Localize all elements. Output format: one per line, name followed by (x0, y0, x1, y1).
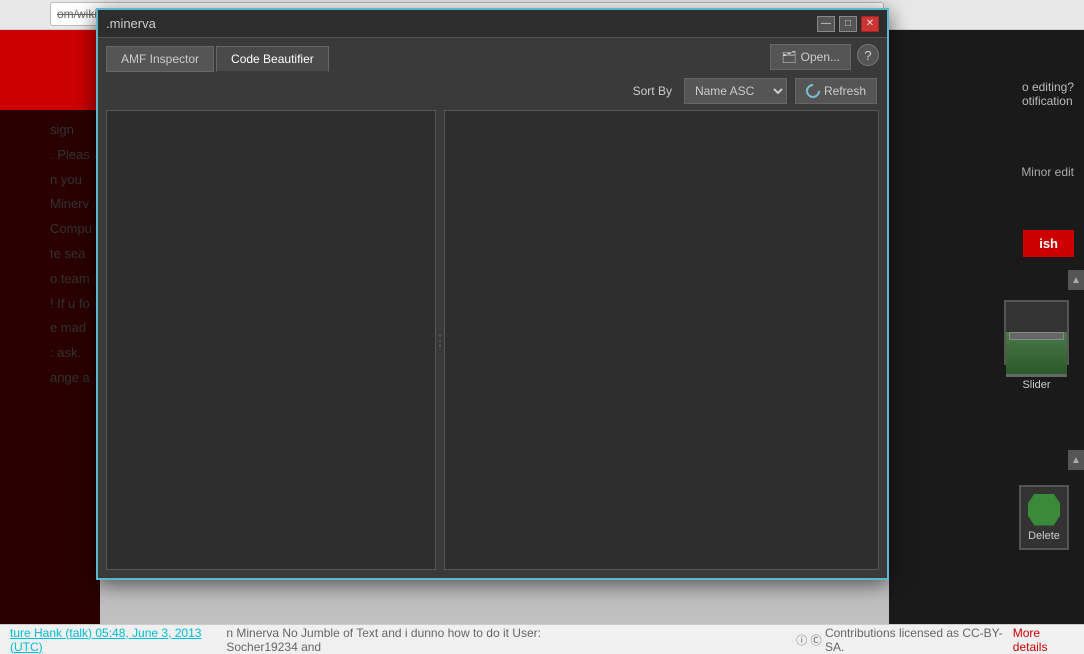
sort-select[interactable]: Name ASC Name DESC Date ASC Date DESC (684, 78, 787, 104)
right-preview-pane[interactable] (444, 110, 879, 570)
left-file-pane[interactable] (106, 110, 436, 570)
widget-slider: Slider (1004, 300, 1069, 365)
resize-handle[interactable]: ⋮ (436, 110, 444, 570)
open-folder-icon: 🗂 (781, 50, 796, 64)
tab-bar: AMF Inspector Code Beautifier (106, 46, 331, 72)
tab-code-beautifier[interactable]: Code Beautifier (216, 46, 329, 72)
refresh-button[interactable]: Refresh (795, 78, 877, 104)
maximize-button[interactable]: □ (839, 16, 857, 32)
slider-thumbnail (1006, 332, 1067, 377)
refresh-label: Refresh (824, 84, 866, 98)
dialog-title: .minerva (106, 16, 156, 31)
bottom-link[interactable]: ture Hank (talk) 05:48, June 3, 2013 (UT… (10, 626, 223, 654)
close-button[interactable]: ✕ (861, 16, 879, 32)
sort-label: Sort By (633, 84, 672, 98)
delete-icon (1028, 494, 1060, 526)
right-panel-content: o editing? otification Minor edit ish ▲ … (889, 30, 1084, 654)
publish-button[interactable]: ish (1023, 230, 1074, 257)
scroll-up-arrow[interactable]: ▲ (1068, 270, 1084, 290)
notification-label: otification (1022, 94, 1074, 108)
tab-amf-inspector[interactable]: AMF Inspector (106, 46, 214, 72)
dialog-toolbar: Sort By Name ASC Name DESC Date ASC Date… (98, 72, 887, 110)
dialog-titlebar: .minerva — □ ✕ (98, 10, 887, 38)
scroll-down-arrow[interactable]: ▲ (1068, 450, 1084, 470)
minor-edit-label: Minor edit (1021, 165, 1074, 179)
open-button-label: Open... (801, 50, 840, 64)
refresh-icon (803, 81, 823, 101)
open-button[interactable]: 🗂 Open... (770, 44, 851, 70)
editing-label: o editing? (1022, 80, 1074, 94)
minerva-dialog: .minerva — □ ✕ AMF Inspector Code Beauti… (96, 8, 889, 580)
help-button[interactable]: ? (857, 44, 879, 66)
left-logo-area (0, 30, 100, 110)
slider-label: Slider (1006, 377, 1067, 393)
minimize-button[interactable]: — (817, 16, 835, 32)
dialog-main-content: ⋮ (98, 110, 887, 578)
header-buttons: 🗂 Open... ? (770, 44, 879, 72)
window-controls: — □ ✕ (817, 16, 879, 32)
delete-label: Delete (1028, 530, 1060, 542)
widget-delete: Delete (1019, 485, 1069, 550)
bottom-text: n Minerva No Jumble of Text and i dunno … (226, 626, 613, 654)
